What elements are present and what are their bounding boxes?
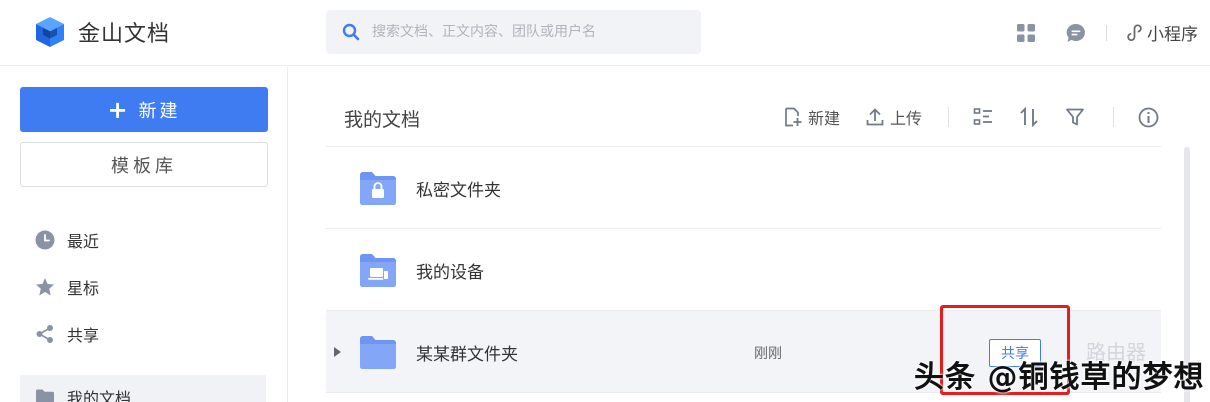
upload-icon bbox=[866, 108, 884, 126]
lock-folder-icon bbox=[360, 172, 396, 205]
folder-icon bbox=[360, 336, 396, 369]
list-item-private-folder[interactable]: 私密文件夹 bbox=[326, 147, 1161, 229]
filter-icon[interactable] bbox=[1063, 105, 1087, 129]
header-divider bbox=[1106, 24, 1107, 41]
share-icon bbox=[34, 323, 56, 345]
new-button[interactable]: + 新建 bbox=[20, 87, 268, 132]
template-library-button[interactable]: 模板库 bbox=[20, 142, 268, 187]
link-icon bbox=[1127, 23, 1142, 41]
sidebar-item-shared[interactable]: 共享 bbox=[34, 322, 99, 346]
new-file-label: 新建 bbox=[807, 109, 840, 128]
search-bar[interactable] bbox=[326, 10, 701, 54]
folder-icon bbox=[34, 386, 56, 402]
watermark-text: 头条 @铜钱草的梦想 bbox=[914, 360, 1205, 395]
upload-label: 上传 bbox=[889, 109, 922, 128]
file-name: 私密文件夹 bbox=[416, 181, 501, 201]
sidebar-item-label: 星标 bbox=[67, 279, 100, 298]
file-toolbar: 新建 上传 bbox=[758, 105, 1160, 129]
sidebar-item-recent[interactable]: 最近 bbox=[34, 228, 99, 252]
list-item-my-devices[interactable]: 我的设备 bbox=[326, 229, 1161, 311]
sidebar: + 新建 模板库 最近 星标 共享 我的文档 bbox=[0, 67, 288, 402]
sidebar-item-my-docs-content[interactable]: 我的文档 bbox=[34, 385, 131, 402]
top-header: 金山文档 搜索文档、正文内容、团队或用户名 小程序 bbox=[0, 0, 1210, 66]
sidebar-item-starred[interactable]: 星标 bbox=[34, 275, 99, 299]
sidebar-item-label: 我的文档 bbox=[67, 389, 132, 402]
toolbar-divider bbox=[948, 107, 949, 127]
mini-program-button[interactable]: 小程序 bbox=[1125, 20, 1198, 45]
breadcrumb: 我的文档 bbox=[344, 109, 421, 131]
kingsoft-docs-logo-icon bbox=[36, 17, 64, 47]
device-folder-icon bbox=[360, 254, 396, 287]
search-icon bbox=[342, 23, 360, 41]
expand-arrow-icon[interactable] bbox=[332, 346, 342, 358]
file-name: 某某群文件夹 bbox=[416, 345, 518, 365]
sort-icon[interactable] bbox=[1017, 105, 1041, 129]
list-view-icon[interactable] bbox=[971, 105, 995, 129]
modified-time: 刚刚 bbox=[754, 346, 782, 362]
sidebar-item-label: 最近 bbox=[67, 232, 100, 251]
file-name: 我的设备 bbox=[416, 263, 484, 283]
plus-icon: + bbox=[107, 95, 131, 124]
sidebar-item-label: 共享 bbox=[67, 326, 100, 345]
info-icon[interactable] bbox=[1136, 105, 1160, 129]
template-library-label: 模板库 bbox=[111, 155, 177, 177]
new-file-button[interactable]: 新建 bbox=[784, 105, 840, 129]
star-icon bbox=[34, 276, 56, 298]
upload-button[interactable]: 上传 bbox=[866, 105, 922, 129]
message-icon[interactable] bbox=[1064, 21, 1088, 45]
clock-icon bbox=[34, 229, 56, 251]
search-input[interactable] bbox=[372, 24, 692, 40]
new-button-label: 新建 bbox=[138, 100, 181, 122]
new-file-icon bbox=[785, 107, 802, 127]
toolbar-divider bbox=[1113, 107, 1114, 127]
app-name: 金山文档 bbox=[78, 22, 171, 47]
apps-grid-icon[interactable] bbox=[1014, 21, 1038, 45]
app-logo[interactable]: 金山文档 bbox=[34, 16, 170, 48]
header-actions: 小程序 bbox=[1014, 20, 1198, 45]
mini-program-label: 小程序 bbox=[1147, 25, 1198, 45]
